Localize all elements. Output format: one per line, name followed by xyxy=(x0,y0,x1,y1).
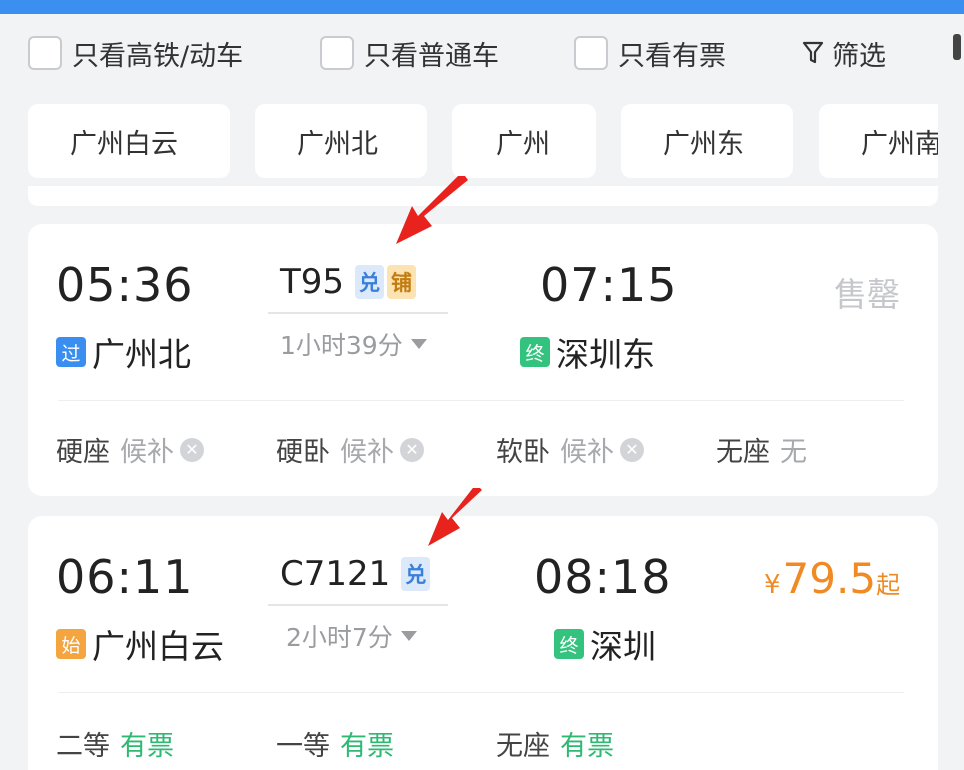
seat-name: 硬卧 xyxy=(276,437,330,468)
filter-button[interactable]: 筛选 xyxy=(802,30,886,76)
train-number-group[interactable]: C7121 兑 xyxy=(280,554,431,594)
filter-hsr-only[interactable]: 只看高铁/动车 xyxy=(28,30,243,76)
card-divider xyxy=(58,400,904,401)
seat-status: 候补 xyxy=(340,437,394,468)
arrive-station-name: 深圳东 xyxy=(556,335,655,374)
seat-status: 无 xyxy=(780,437,807,468)
card-divider xyxy=(58,692,904,693)
seat-soft-sleeper[interactable]: 软卧 候补 ✕ xyxy=(496,430,644,469)
seat-status: 有票 xyxy=(120,731,174,762)
seat-hard-seat[interactable]: 硬座 候补 ✕ xyxy=(56,430,204,469)
filter-available-only[interactable]: 只看有票 xyxy=(574,30,726,76)
seat-name: 无座 xyxy=(716,437,770,468)
arrive-station: 终 深圳东 xyxy=(520,328,655,376)
seat-name: 软卧 xyxy=(496,437,550,468)
pass-badge: 过 xyxy=(56,337,86,367)
previous-card-edge xyxy=(28,186,938,206)
depart-time: 06:11 xyxy=(56,550,194,604)
filter-normal-only[interactable]: 只看普通车 xyxy=(320,30,499,76)
station-chip-guangzhou-east[interactable]: 广州东 xyxy=(621,104,793,178)
seat-status: 有票 xyxy=(340,731,394,762)
train-card-t95[interactable]: 05:36 过 广州北 T95 兑 铺 1小时39分 07:15 终 深圳东 售… xyxy=(28,224,938,496)
duration-toggle[interactable]: 1小时39分 xyxy=(280,326,427,362)
seat-no-seat[interactable]: 无座 无 xyxy=(716,430,807,469)
checkbox-available-only[interactable] xyxy=(574,36,608,70)
filter-hsr-only-label: 只看高铁/动车 xyxy=(72,40,244,72)
close-circle-icon: ✕ xyxy=(400,437,424,462)
seat-name: 一等 xyxy=(276,731,330,762)
seat-second-class[interactable]: 二等 有票 xyxy=(56,724,174,763)
checkbox-normal-only[interactable] xyxy=(320,36,354,70)
chevron-down-icon xyxy=(400,631,417,641)
close-circle-icon: ✕ xyxy=(180,437,204,462)
station-chip-guangzhou-north[interactable]: 广州北 xyxy=(255,104,427,178)
arrive-station-name: 深圳 xyxy=(590,627,656,666)
top-accent-bar xyxy=(0,0,964,14)
depart-station-name: 广州白云 xyxy=(92,627,224,666)
origin-badge: 始 xyxy=(56,629,86,659)
close-circle-icon: ✕ xyxy=(620,437,644,462)
filter-button-label: 筛选 xyxy=(832,40,886,72)
arrive-station: 终 深圳 xyxy=(554,620,656,668)
depart-station: 始 广州白云 xyxy=(56,620,224,668)
seat-name: 无座 xyxy=(496,731,550,762)
station-chip-guangzhou[interactable]: 广州 xyxy=(452,104,596,178)
depart-time: 05:36 xyxy=(56,258,194,312)
filter-normal-only-label: 只看普通车 xyxy=(364,40,499,72)
seat-name: 硬座 xyxy=(56,437,110,468)
terminal-badge: 终 xyxy=(554,629,584,659)
station-chip-list: 广州白云 广州北 广州 广州东 广州南 xyxy=(0,104,938,178)
seat-status: 候补 xyxy=(120,437,174,468)
red-arrow-annotation-2 xyxy=(428,488,482,546)
train-number: T95 xyxy=(280,262,345,302)
checkbox-hsr-only[interactable] xyxy=(28,36,62,70)
seat-no-seat[interactable]: 无座 有票 xyxy=(496,724,614,763)
sold-out-status: 售罄 xyxy=(834,275,900,314)
funnel-icon xyxy=(802,40,824,66)
depart-station: 过 广州北 xyxy=(56,328,191,376)
train-number-underline xyxy=(268,312,448,314)
train-number-group[interactable]: T95 兑 铺 xyxy=(280,262,417,302)
seat-first-class[interactable]: 一等 有票 xyxy=(276,724,394,763)
terminal-badge: 终 xyxy=(520,337,550,367)
duration-text: 2小时7分 xyxy=(286,623,393,652)
train-number-underline xyxy=(268,604,448,606)
seat-hard-sleeper[interactable]: 硬卧 候补 ✕ xyxy=(276,430,424,469)
red-arrow-annotation-1 xyxy=(396,176,468,244)
train-number: C7121 xyxy=(280,554,391,594)
station-chip-guangzhou-baiyun[interactable]: 广州白云 xyxy=(28,104,230,178)
seat-status: 候补 xyxy=(560,437,614,468)
exchange-tag: 兑 xyxy=(401,557,431,591)
berth-tag: 铺 xyxy=(387,265,417,299)
arrive-time: 08:18 xyxy=(534,550,672,604)
seat-status: 有票 xyxy=(560,731,614,762)
filter-row: 只看高铁/动车 只看普通车 只看有票 筛选 xyxy=(0,30,964,76)
price-value: 79.5 xyxy=(782,554,877,603)
station-chip-guangzhou-south[interactable]: 广州南 xyxy=(819,104,938,178)
seat-name: 二等 xyxy=(56,731,110,762)
arrive-time: 07:15 xyxy=(540,258,678,312)
price-suffix: 起 xyxy=(876,571,901,599)
exchange-tag: 兑 xyxy=(355,265,385,299)
price: ¥ 79.5 起 xyxy=(764,554,900,603)
chevron-down-icon xyxy=(410,339,427,349)
duration-text: 1小时39分 xyxy=(280,331,403,360)
price-currency: ¥ xyxy=(764,570,781,600)
filter-available-only-label: 只看有票 xyxy=(618,40,726,72)
duration-toggle[interactable]: 2小时7分 xyxy=(286,618,417,654)
depart-station-name: 广州北 xyxy=(92,335,191,374)
